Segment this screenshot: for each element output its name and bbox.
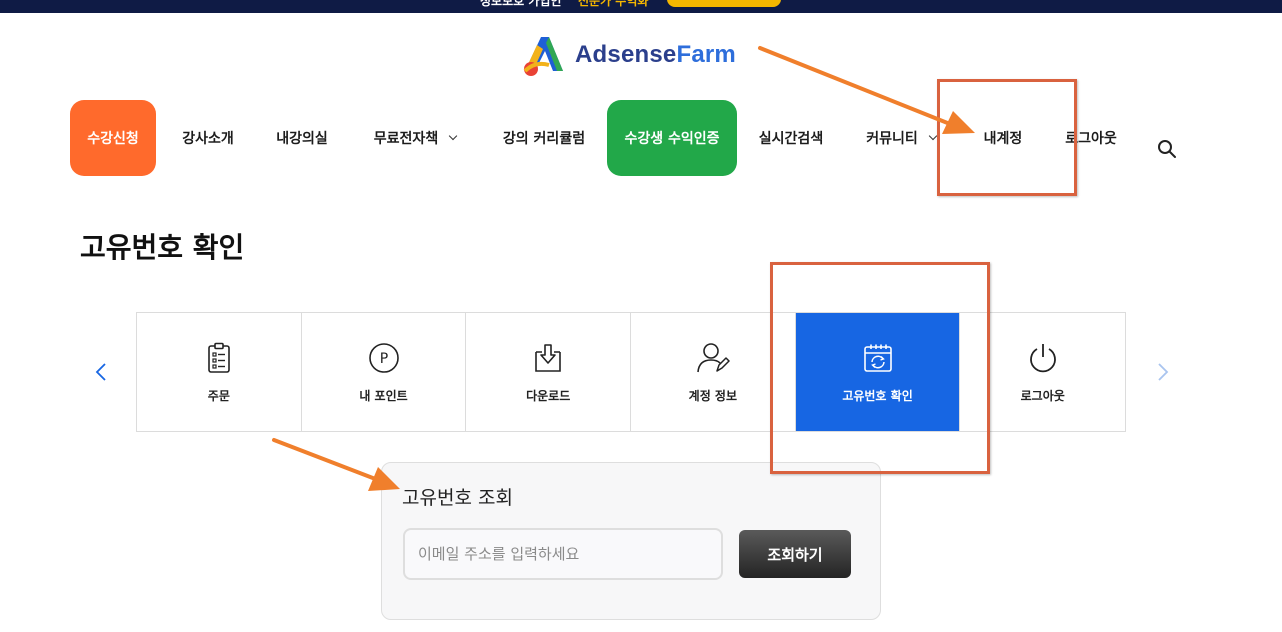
nav-item-enroll[interactable]: 수강신청 xyxy=(70,100,156,176)
tab-orders[interactable]: 주문 xyxy=(137,313,302,431)
nav-item-label: 내강의실 xyxy=(276,131,328,147)
user-edit-icon xyxy=(696,341,730,375)
tab-label: 로그아웃 xyxy=(1020,388,1065,403)
power-icon xyxy=(1026,341,1060,375)
page-title: 고유번호 확인 xyxy=(80,231,245,264)
banner-cta-button[interactable] xyxy=(667,0,781,7)
tab-label: 계정 정보 xyxy=(688,388,738,403)
tab-label: 주문 xyxy=(207,388,230,403)
unique-number-lookup-panel: 고유번호 조회 조회하기 xyxy=(381,462,881,620)
tab-label: 내 포인트 xyxy=(359,388,408,403)
carousel-prev-arrow-icon[interactable] xyxy=(92,362,112,382)
carousel-next-arrow-icon[interactable] xyxy=(1152,362,1172,382)
search-icon[interactable] xyxy=(1157,139,1177,159)
top-banner: 정보보호 가입인 전문가 수익화 xyxy=(0,0,1282,13)
tab-downloads[interactable]: 다운로드 xyxy=(466,313,632,431)
email-input[interactable] xyxy=(403,528,723,580)
chevron-down-icon xyxy=(448,131,458,141)
logo-icon xyxy=(523,37,563,76)
tab-label: 다운로드 xyxy=(526,388,571,403)
main-nav: 수강신청 강사소개 내강의실 무료전자책 강의 커리큘럼 수강생 수익인증 실시… xyxy=(0,100,1282,176)
logo-text: AdsenseFarm xyxy=(575,41,736,68)
lookup-title: 고유번호 조회 xyxy=(402,487,513,509)
banner-text: 정보보호 가입인 xyxy=(480,0,562,8)
nav-item-label: 실시간검색 xyxy=(758,131,824,147)
nav-item-label: 무료전자책 xyxy=(373,131,439,147)
nav-item-instructor[interactable]: 강사소개 xyxy=(172,100,244,176)
nav-item-label: 강의 커리큘럼 xyxy=(502,131,586,147)
point-circle-icon: P xyxy=(367,341,401,375)
svg-text:P: P xyxy=(379,351,387,367)
nav-item-label: 수강생 수익인증 xyxy=(624,131,720,147)
annotation-highlight-box xyxy=(937,79,1077,196)
nav-item-realtime-search[interactable]: 실시간검색 xyxy=(748,100,834,176)
nav-item-community[interactable]: 커뮤니티 xyxy=(856,100,946,176)
annotation-highlight-box xyxy=(770,262,990,474)
nav-item-student-revenue[interactable]: 수강생 수익인증 xyxy=(607,100,737,176)
nav-item-label: 강사소개 xyxy=(182,131,234,147)
site-logo[interactable]: AdsenseFarm xyxy=(519,31,736,79)
banner-highlight-text: 전문가 수익화 xyxy=(578,0,649,8)
nav-item-my-classroom[interactable]: 내강의실 xyxy=(266,100,338,176)
lookup-button[interactable]: 조회하기 xyxy=(739,530,851,578)
nav-item-curriculum[interactable]: 강의 커리큘럼 xyxy=(492,100,596,176)
nav-item-free-ebook[interactable]: 무료전자책 xyxy=(362,100,468,176)
nav-item-label: 수강신청 xyxy=(87,131,139,147)
clipboard-list-icon xyxy=(202,341,236,375)
nav-item-label: 커뮤니티 xyxy=(866,131,918,147)
tab-my-points[interactable]: P 내 포인트 xyxy=(302,313,467,431)
download-icon xyxy=(531,341,565,375)
chevron-down-icon xyxy=(928,131,938,141)
